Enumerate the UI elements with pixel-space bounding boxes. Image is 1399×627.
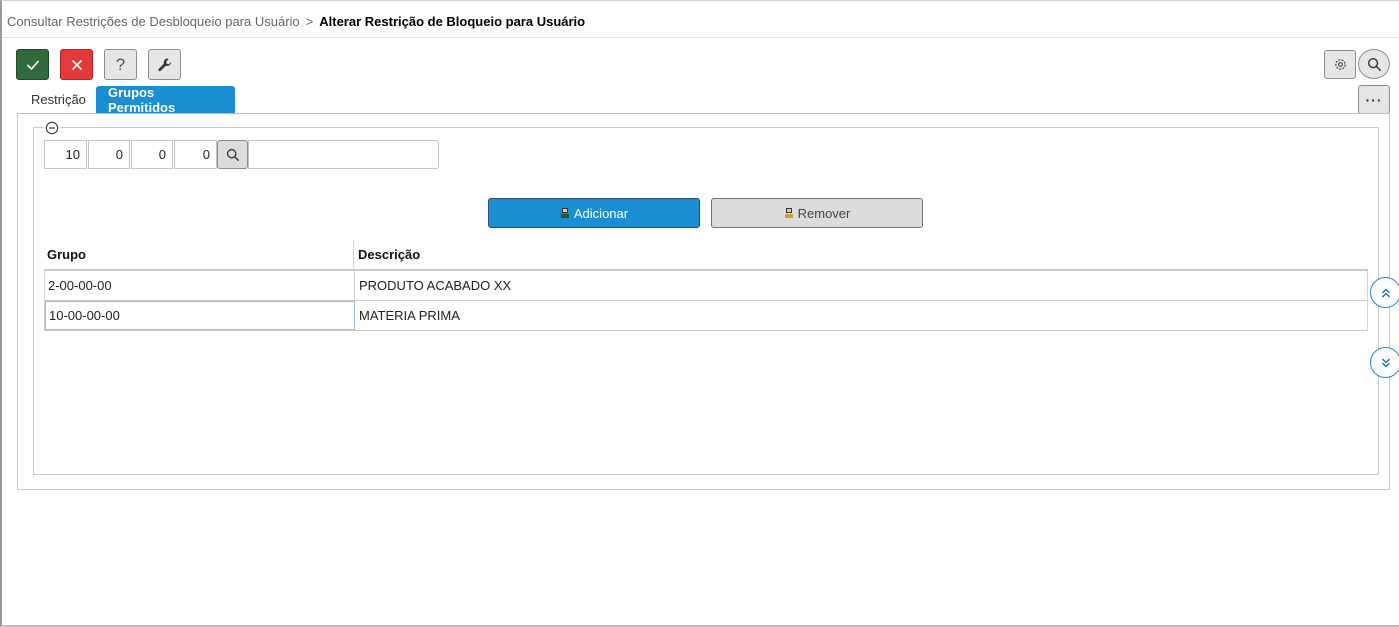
ellipsis-icon: ··· [1365,91,1383,108]
group-code-part2-input[interactable] [88,140,130,169]
collapse-toggle[interactable] [44,120,60,136]
remove-button[interactable]: Remover [711,198,923,228]
help-button[interactable]: ? [104,49,137,80]
double-chevron-down-icon [1381,358,1390,367]
group-description-field[interactable] [248,140,439,169]
more-options-button[interactable]: ··· [1358,85,1390,114]
table-row[interactable]: 10-00-00-00 MATERIA PRIMA [44,301,1368,331]
settings-button[interactable] [1324,50,1356,79]
column-header-grupo[interactable]: Grupo [44,240,354,269]
header-divider [2,37,1399,38]
tab-grupos-permitidos[interactable]: Grupos Permitidos [96,85,235,115]
column-header-descricao[interactable]: Descrição [354,240,1368,269]
table-header: Grupo Descrição [44,240,1368,271]
close-icon [71,59,82,70]
table-row[interactable]: 2-00-00-00 PRODUTO ACABADO XX [44,271,1368,301]
minus-circle-icon [45,121,59,135]
tools-button[interactable] [148,49,181,80]
double-chevron-up-icon [1381,288,1390,297]
tab-restricao[interactable]: Restrição [19,86,98,113]
page-title: Alterar Restrição de Bloqueio para Usuár… [319,14,586,29]
group-code-part1-input[interactable] [44,140,87,169]
search-button[interactable] [1358,49,1390,79]
search-icon [1367,57,1381,71]
cell-descricao: MATERIA PRIMA [359,308,460,323]
add-button[interactable]: Adicionar [488,198,700,228]
breadcrumb-parent-link[interactable]: Consultar Restrições de Desbloqueio para… [7,14,300,29]
question-icon: ? [115,54,126,74]
group-code-part3-input[interactable] [131,140,173,169]
wrench-icon [157,58,171,71]
groups-table: Grupo Descrição 2-00-00-00 PRODUTO ACABA… [44,240,1368,331]
group-lookup-button[interactable] [217,140,248,169]
search-icon [226,148,239,161]
add-person-icon [560,208,569,218]
check-icon [26,59,39,70]
group-code-part4-input[interactable] [174,140,217,169]
remove-button-label: Remover [797,205,851,221]
scroll-up-button[interactable] [1370,277,1399,308]
scroll-down-button[interactable] [1370,347,1399,378]
gear-icon [1334,59,1346,70]
cell-grupo: 2-00-00-00 [45,271,355,300]
breadcrumb: Consultar Restrições de Desbloqueio para… [7,14,585,29]
cell-grupo: 10-00-00-00 [45,301,355,330]
remove-person-icon [784,208,793,218]
breadcrumb-separator: > [305,14,314,29]
confirm-button[interactable] [16,49,49,80]
cancel-button[interactable] [60,49,93,80]
cell-descricao: PRODUTO ACABADO XX [359,278,512,293]
add-button-label: Adicionar [573,205,629,221]
